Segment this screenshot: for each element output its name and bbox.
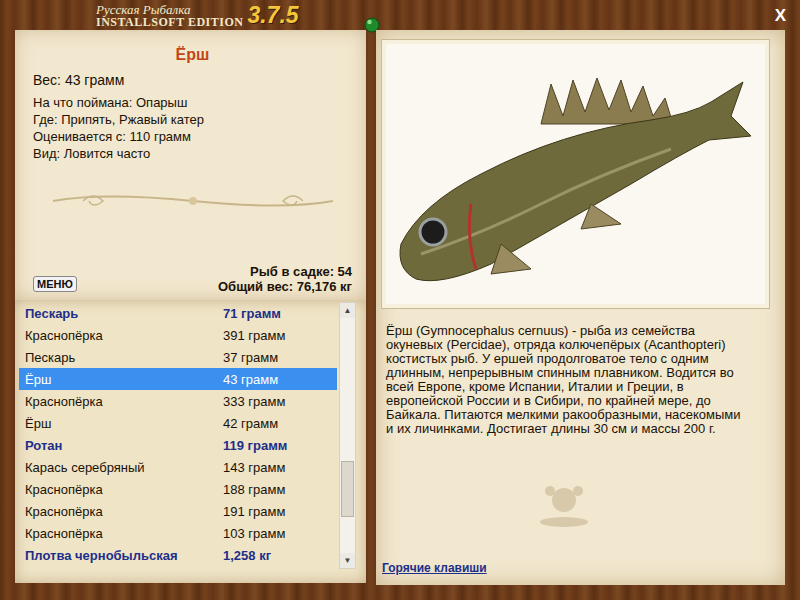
- fish-name-cell: Пескарь: [25, 350, 223, 365]
- fish-weight-cell: 37 грамм: [223, 350, 278, 365]
- fish-name-cell: Ёрш: [25, 372, 223, 387]
- main-area: Ёрш Вес: 43 грамм На что поймана: ОпарышГд…: [0, 30, 800, 585]
- fish-weight-cell: 42 грамм: [223, 416, 278, 431]
- total-weight: Общий вес: 76,176 кг: [218, 279, 352, 294]
- info-footer: МЕНЮ Рыб в садке: 54Общий вес: 76,176 кг: [33, 264, 352, 294]
- fish-description: Ёрш (Gymnocephalus cernuus) - рыба из се…: [386, 324, 746, 436]
- catch-row[interactable]: Ёрш43 грамм: [19, 368, 337, 390]
- left-column: Ёрш Вес: 43 грамм На что поймана: ОпарышГд…: [15, 30, 366, 585]
- fish-photo: [382, 40, 769, 308]
- scroll-track[interactable]: [340, 318, 355, 553]
- fish-weight-cell: 191 грамм: [223, 504, 285, 519]
- fish-weight-cell: 43 грамм: [223, 372, 278, 387]
- fish-name-cell: Краснопёрка: [25, 526, 223, 541]
- fish-name-cell: Краснопёрка: [25, 504, 223, 519]
- catch-list-panel: Пескарь71 граммКраснопёрка391 граммПеска…: [15, 300, 366, 583]
- game-logo: Русская РыбалкаINSTALLSOFT EDITION3.7.5: [96, 2, 299, 29]
- app-window: Русская РыбалкаINSTALLSOFT EDITION3.7.5X…: [0, 0, 800, 600]
- scrollbar[interactable]: ▲▼: [339, 302, 356, 569]
- divider: [33, 188, 352, 214]
- fish-weight-cell: 391 грамм: [223, 328, 285, 343]
- catch-row[interactable]: Краснопёрка188 грамм: [19, 478, 337, 500]
- scroll-thumb[interactable]: [341, 461, 354, 517]
- fish-count: Рыб в садке: 54: [218, 264, 352, 279]
- fish-weight-cell: 188 грамм: [223, 482, 285, 497]
- fish-name-cell: Краснопёрка: [25, 394, 223, 409]
- scroll-up-button[interactable]: ▲: [340, 303, 355, 318]
- logo-text: Русская РыбалкаINSTALLSOFT EDITION: [96, 4, 243, 28]
- fish-weight-cell: 71 грамм: [223, 306, 281, 321]
- fish-name-cell: Плотва чернобыльская: [25, 548, 223, 563]
- fish-info-card: Ёрш Вес: 43 грамм На что поймана: ОпарышГд…: [15, 30, 366, 300]
- fish-name-cell: Ротан: [25, 438, 223, 453]
- catch-row[interactable]: Карась серебряный143 грамм: [19, 456, 337, 478]
- fish-figure-icon: [391, 54, 761, 294]
- fish-field: Вид: Ловится часто: [33, 145, 352, 162]
- catch-row[interactable]: Краснопёрка103 грамм: [19, 522, 337, 544]
- catch-row[interactable]: Ротан119 грамм: [19, 434, 337, 456]
- catch-row[interactable]: Краснопёрка191 грамм: [19, 500, 337, 522]
- catch-list: Пескарь71 граммКраснопёрка391 граммПеска…: [19, 302, 337, 569]
- catch-row[interactable]: Плотва чернобыльская1,258 кг: [19, 544, 337, 566]
- fish-name-cell: Краснопёрка: [25, 328, 223, 343]
- catch-row[interactable]: Пескарь71 грамм: [19, 302, 337, 324]
- fish-field: Оценивается с: 110 грамм: [33, 128, 352, 145]
- menu-button[interactable]: МЕНЮ: [33, 276, 77, 292]
- scroll-down-button[interactable]: ▼: [340, 553, 355, 568]
- logo-title: Русская Рыбалка: [96, 4, 243, 16]
- swirl-icon: [43, 188, 343, 214]
- fish-weight-cell: 143 грамм: [223, 460, 285, 475]
- fish-name-cell: Ёрш: [25, 416, 223, 431]
- catch-row[interactable]: Краснопёрка391 грамм: [19, 324, 337, 346]
- catch-row[interactable]: Пескарь37 грамм: [19, 346, 337, 368]
- keepnet-summary: Рыб в садке: 54Общий вес: 76,176 кг: [218, 264, 352, 294]
- title-bar: Русская РыбалкаINSTALLSOFT EDITION3.7.5X: [0, 0, 800, 30]
- fish-name-cell: Карась серебряный: [25, 460, 223, 475]
- fish-details-panel: Ёрш (Gymnocephalus cernuus) - рыба из се…: [376, 30, 785, 585]
- catch-row[interactable]: Краснопёрка333 грамм: [19, 390, 337, 412]
- fish-weight: Вес: 43 грамм: [33, 72, 352, 88]
- fish-weight-cell: 333 грамм: [223, 394, 285, 409]
- fish-field: Где: Припять, Ржавый катер: [33, 111, 352, 128]
- logo-edition: INSTALLSOFT EDITION: [96, 16, 243, 28]
- watermark-icon: [536, 482, 592, 528]
- fish-weight-cell: 119 грамм: [223, 438, 287, 453]
- fish-name-cell: Пескарь: [25, 306, 223, 321]
- logo-version: 3.7.5: [247, 2, 298, 29]
- fish-name-cell: Краснопёрка: [25, 482, 223, 497]
- fish-weight-cell: 1,258 кг: [223, 548, 271, 563]
- close-button[interactable]: X: [769, 2, 792, 30]
- fish-weight-cell: 103 грамм: [223, 526, 285, 541]
- fish-field: На что поймана: Опарыш: [33, 94, 352, 111]
- catch-row[interactable]: Ёрш42 грамм: [19, 412, 337, 434]
- hotkeys-link[interactable]: Горячие клавиши: [382, 561, 769, 577]
- fish-name: Ёрш: [33, 46, 352, 64]
